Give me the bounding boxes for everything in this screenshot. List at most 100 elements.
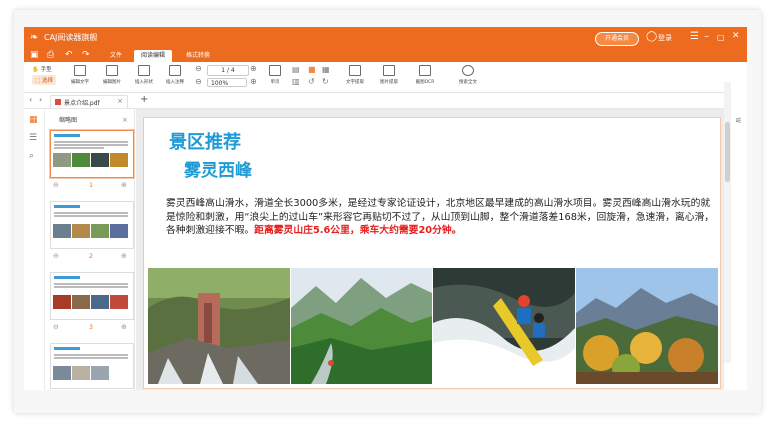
thumbnail-page-number: 2	[89, 253, 93, 260]
thumb-photo	[91, 295, 109, 309]
user-icon[interactable]: ◯	[646, 31, 657, 42]
photo-rock-waterfall	[148, 268, 290, 384]
page-subheading: 雾灵西峰	[184, 161, 252, 181]
text-extract-button[interactable]: 文字提取	[340, 65, 370, 85]
thumb-text-line	[54, 141, 128, 143]
forward-icon[interactable]: ›	[39, 95, 42, 104]
print-icon[interactable]: ⎙	[47, 50, 54, 60]
save-icon[interactable]: ▣	[30, 50, 39, 60]
settings-sliders-icon[interactable]: ⚟	[735, 116, 742, 125]
thumb-text-line	[54, 144, 128, 146]
thumb-text-line	[54, 215, 128, 217]
search-full-text-label: 搜索全文	[459, 80, 477, 85]
insert-shape-icon	[138, 65, 150, 76]
thumbnail-page[interactable]	[50, 272, 134, 320]
thumb-photo	[110, 295, 128, 309]
pdf-file-icon	[55, 99, 61, 105]
screenshot-ocr-icon	[419, 65, 431, 76]
hand-tool-label: 手型	[40, 67, 52, 73]
fit-width-icon[interactable]: ■	[308, 65, 316, 74]
tab-read-edit[interactable]: 阅读编辑	[134, 50, 172, 62]
maximize-button[interactable]: ▢	[717, 33, 725, 42]
vip-button[interactable]: 开通会员	[595, 32, 639, 46]
new-tab-button[interactable]: +	[140, 94, 148, 105]
thumb-prev-icon[interactable]: ⊖	[53, 323, 59, 331]
undo-icon[interactable]: ↶	[65, 50, 73, 60]
document-tab-title: 景点介绍.pdf	[64, 100, 100, 107]
single-page-button[interactable]: 单页	[262, 65, 288, 85]
thumb-prev-icon[interactable]: ⊖	[53, 252, 59, 260]
thumb-photo	[53, 366, 71, 380]
thumbnail-page-number: 3	[89, 324, 93, 331]
thumb-text-line	[54, 354, 128, 356]
thumb-prev-icon[interactable]: ⊖	[53, 181, 59, 189]
thumbnail-page[interactable]	[50, 201, 134, 249]
hand-tool[interactable]: ✋ 手型	[32, 65, 52, 73]
thumbnail-panel-close-icon[interactable]: ×	[122, 116, 128, 124]
next-page-icon[interactable]: ⊕	[250, 64, 257, 73]
single-page-icon	[269, 65, 281, 76]
tab-format-convert[interactable]: 格式转换	[179, 50, 217, 62]
insert-shape-button[interactable]: 插入形状	[130, 65, 158, 85]
thumb-title-line	[54, 205, 80, 208]
double-page-icon[interactable]: ▥	[292, 77, 300, 86]
photo-green-mountains	[291, 268, 432, 384]
insert-note-button[interactable]: 插入注释	[161, 65, 189, 85]
minimize-button[interactable]: –	[704, 31, 709, 42]
single-page-label: 单页	[270, 80, 280, 85]
document-tab-bar: ‹ › 景点介绍.pdf × +	[24, 93, 747, 109]
thumb-photo	[72, 295, 90, 309]
search-panel-icon[interactable]: ⌕	[29, 151, 34, 161]
ribbon-toolbar: ✋ 手型 ⬚ 选择 编辑文字 编辑图片 插入形状 插入注释 ⊖ 1 / 4 ⊕ …	[24, 62, 747, 93]
edit-image-button[interactable]: 编辑图片	[98, 65, 126, 85]
thumb-photo	[72, 366, 90, 380]
menu-icon[interactable]: ☰	[690, 31, 699, 42]
search-full-text-button[interactable]: 搜索全文	[450, 65, 486, 85]
tab-file[interactable]: 文件	[102, 50, 130, 62]
screenshot-ocr-button[interactable]: 截图OCR	[409, 65, 441, 85]
document-tab[interactable]: 景点介绍.pdf ×	[50, 95, 128, 108]
fit-page-icon[interactable]: ▦	[322, 65, 330, 74]
rotate-left-icon[interactable]: ↺	[308, 77, 315, 86]
edit-text-icon	[74, 65, 86, 76]
thumb-photo	[53, 224, 71, 238]
close-button[interactable]: ✕	[732, 31, 740, 41]
thumb-next-icon[interactable]: ⊕	[121, 323, 127, 331]
vertical-scrollbar[interactable]	[724, 82, 731, 363]
continuous-view-icon[interactable]: ▤	[292, 65, 300, 74]
close-tab-icon[interactable]: ×	[117, 97, 123, 105]
zoom-in-icon[interactable]: ⊕	[250, 77, 257, 86]
image-extract-button[interactable]: 图片提取	[374, 65, 404, 85]
app-logo-icon: ❧	[30, 32, 39, 43]
screenshot-ocr-label: 截图OCR	[415, 80, 435, 85]
zoom-out-icon[interactable]: ⊖	[195, 77, 202, 86]
page-paragraph: 雾灵西峰高山滑水，滑道全长3000多米，是经过专家论证设计，北京地区最早建成的高…	[166, 197, 716, 238]
thumb-photo	[72, 224, 90, 238]
edit-text-button[interactable]: 编辑文字	[66, 65, 94, 85]
zoom-select[interactable]: 100%	[207, 78, 247, 87]
rotate-right-icon[interactable]: ↻	[322, 77, 329, 86]
thumbnail-page[interactable]	[50, 130, 134, 178]
thumbnail-page[interactable]	[50, 343, 134, 389]
redo-icon[interactable]: ↷	[82, 50, 90, 60]
page-heading: 景区推荐	[169, 132, 241, 153]
outline-icon[interactable]: ☰	[29, 133, 37, 143]
login-link[interactable]: 登录	[658, 33, 672, 43]
text-extract-label: 文字提取	[346, 80, 364, 85]
image-extract-icon	[383, 65, 395, 76]
thumb-photo	[91, 224, 109, 238]
scrollbar-thumb[interactable]	[725, 122, 730, 182]
image-extract-label: 图片提取	[380, 80, 398, 85]
distance-highlight: 距离雾灵山庄5.6公里，乘车大约需要20分钟。	[254, 225, 462, 236]
thumb-next-icon[interactable]: ⊕	[121, 252, 127, 260]
thumbnails-icon[interactable]: ▦	[29, 115, 38, 125]
page-number-field[interactable]: 1 / 4	[207, 65, 249, 76]
thumb-text-line	[54, 212, 128, 214]
select-tool[interactable]: ⬚ 选择	[32, 75, 56, 85]
select-tool-label: 选择	[41, 78, 53, 84]
thumbnail-page-number: 1	[89, 182, 93, 189]
thumb-title-line	[54, 276, 80, 279]
back-icon[interactable]: ‹	[29, 95, 32, 104]
prev-page-icon[interactable]: ⊖	[195, 64, 202, 73]
thumb-next-icon[interactable]: ⊕	[121, 181, 127, 189]
